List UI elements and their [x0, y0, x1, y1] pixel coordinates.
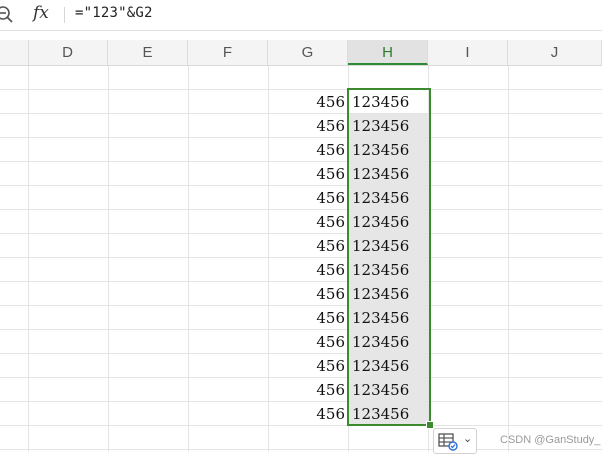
cell-h[interactable]: 123456: [349, 306, 428, 329]
formula-bar: fx ="123"&G2: [0, 0, 602, 31]
table-row: 456 123456: [0, 162, 602, 186]
cell-g[interactable]: 456: [269, 354, 345, 378]
column-header-g[interactable]: G: [268, 40, 348, 65]
table-row: 456 123456: [0, 330, 602, 354]
fill-handle[interactable]: [426, 421, 434, 429]
cell-g[interactable]: 456: [269, 306, 345, 330]
column-header-i[interactable]: I: [428, 40, 508, 65]
cell-g[interactable]: 456: [269, 258, 345, 282]
cell-h[interactable]: 123456: [349, 114, 428, 137]
formula-divider: [64, 7, 65, 23]
cell-h[interactable]: 123456: [349, 138, 428, 161]
table-row: 456 123456: [0, 138, 602, 162]
cell-h[interactable]: 123456: [349, 210, 428, 233]
spreadsheet-grid[interactable]: 456 123456 456 123456 456 123456 456 123456 456 1…: [0, 66, 602, 452]
cell-g[interactable]: 456: [269, 330, 345, 354]
chevron-down-icon: ⌄: [463, 433, 473, 445]
cell-g[interactable]: 456: [269, 378, 345, 402]
column-header-j[interactable]: J: [508, 40, 602, 65]
column-header-partial[interactable]: [0, 40, 29, 65]
cell-h[interactable]: 123456: [349, 186, 428, 209]
cell-h[interactable]: 123456: [349, 234, 428, 257]
cell-h[interactable]: 123456: [349, 354, 428, 377]
function-icon[interactable]: fx: [33, 3, 49, 23]
cell-g[interactable]: 456: [269, 114, 345, 138]
cell-h[interactable]: 123456: [349, 162, 428, 185]
column-header-d[interactable]: D: [28, 40, 108, 65]
table-row: 456 123456: [0, 234, 602, 258]
table-row: 456 123456: [0, 114, 602, 138]
cell-g[interactable]: 456: [269, 234, 345, 258]
column-header-row: DEFGHIJ: [0, 40, 602, 66]
table-row: 456 123456: [0, 354, 602, 378]
active-cell-h[interactable]: 123456: [349, 90, 428, 113]
table-row: [0, 66, 602, 90]
cell-g[interactable]: 456: [269, 186, 345, 210]
cell-g[interactable]: 456: [269, 162, 345, 186]
zoom-out-icon[interactable]: [0, 5, 13, 23]
column-header-h[interactable]: H: [348, 40, 428, 65]
cell-g[interactable]: 456: [269, 402, 345, 426]
column-header-f[interactable]: F: [188, 40, 268, 65]
table-row: 456 123456: [0, 306, 602, 330]
paste-options-icon: [438, 433, 458, 451]
table-row: 456 123456: [0, 186, 602, 210]
table-row: 456 123456: [0, 282, 602, 306]
table-row: 456 123456: [0, 402, 602, 426]
table-row: 456 123456: [0, 378, 602, 402]
cell-g[interactable]: 456: [269, 138, 345, 162]
cell-h[interactable]: 123456: [349, 402, 428, 425]
cell-h[interactable]: 123456: [349, 282, 428, 305]
watermark: CSDN @GanStudy_: [500, 434, 601, 446]
cell-g[interactable]: 456: [269, 282, 345, 306]
table-row: 456 123456: [0, 258, 602, 282]
cell-h[interactable]: 123456: [349, 330, 428, 353]
cell-h[interactable]: 123456: [349, 378, 428, 401]
paste-options-button[interactable]: ⌄: [433, 428, 477, 454]
table-row: 456 123456: [0, 90, 602, 114]
column-header-e[interactable]: E: [108, 40, 188, 65]
formula-input[interactable]: ="123"&G2: [75, 5, 153, 21]
table-row: 456 123456: [0, 210, 602, 234]
cell-g[interactable]: 456: [269, 210, 345, 234]
cell-h[interactable]: 123456: [349, 258, 428, 281]
cell-g[interactable]: 456: [269, 90, 345, 114]
